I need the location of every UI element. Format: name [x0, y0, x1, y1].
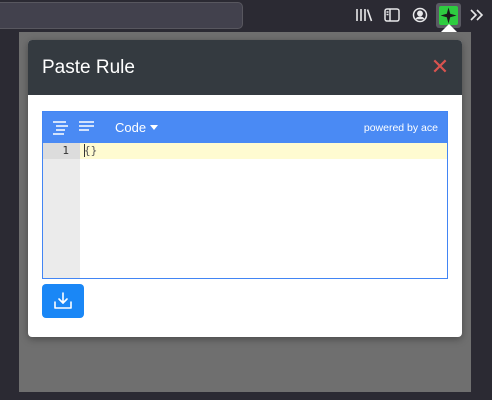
- close-button[interactable]: ✕: [430, 56, 450, 78]
- paste-rule-modal: Paste Rule ✕ Code powered by ace 1 {}: [28, 40, 462, 337]
- library-icon[interactable]: [355, 6, 373, 24]
- mode-dropdown[interactable]: Code: [115, 120, 159, 135]
- import-button[interactable]: [42, 284, 84, 318]
- line-number: 1: [62, 144, 69, 157]
- download-icon: [54, 292, 72, 309]
- extension-icon: [439, 6, 458, 25]
- sidebar-icon[interactable]: [383, 6, 401, 24]
- code-editor[interactable]: Code powered by ace 1 {}: [42, 111, 448, 279]
- compact-icon[interactable]: [78, 120, 95, 135]
- chevron-down-icon: [150, 125, 159, 130]
- active-line-highlight: [80, 143, 447, 159]
- browser-toolbar: [0, 0, 492, 33]
- overflow-icon[interactable]: [468, 6, 486, 24]
- editor-toolbar: Code powered by ace: [43, 112, 447, 143]
- url-bar[interactable]: [0, 2, 243, 29]
- gutter-active-line: 1: [43, 143, 80, 159]
- powered-by-label: powered by ace: [363, 122, 438, 134]
- editor-gutter: 1: [43, 143, 80, 278]
- modal-title: Paste Rule: [42, 57, 135, 78]
- account-icon[interactable]: [411, 6, 429, 24]
- popup-pointer: [441, 24, 457, 32]
- format-icon[interactable]: [52, 120, 69, 135]
- modal-header: Paste Rule ✕: [28, 40, 462, 95]
- mode-label: Code: [115, 120, 147, 135]
- editor-content[interactable]: {}: [84, 144, 97, 157]
- text-cursor: [84, 144, 85, 157]
